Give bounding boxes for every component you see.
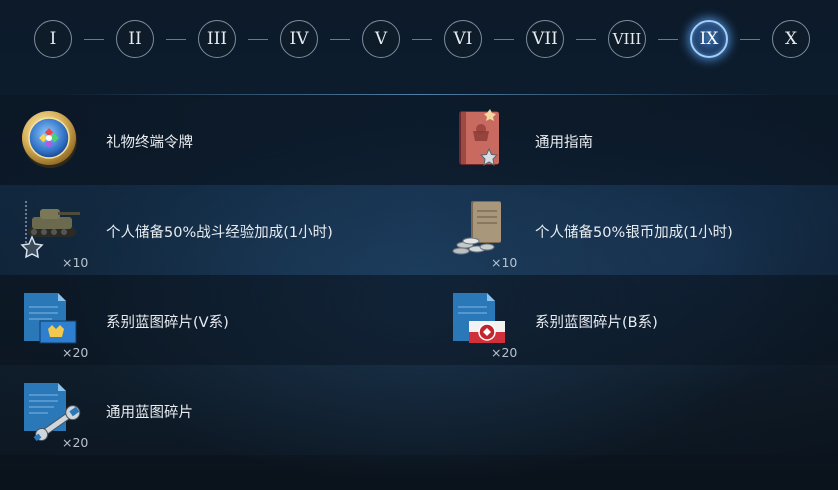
reward-item-combat-xp-reserve: 个人储备50%战斗经验加成(1小时) ×10 xyxy=(0,185,420,275)
tier-button-3[interactable]: III xyxy=(198,20,236,58)
reward-item-credit-reserve: 个人储备50%银币加成(1小时) ×10 xyxy=(429,185,838,275)
tier-connector xyxy=(494,38,514,40)
tier-connector xyxy=(576,38,596,40)
nation-blueprint-sweden-icon xyxy=(18,287,82,351)
reward-row-4: 通用蓝图碎片 ×20 xyxy=(0,365,838,455)
reward-label: 个人储备50%战斗经验加成(1小时) xyxy=(106,225,333,241)
tier-connector xyxy=(658,38,678,40)
tier-connector xyxy=(248,38,268,40)
reward-row-3: 系别蓝图碎片(V系) ×20 系别蓝图碎片(B系) ×20 xyxy=(0,275,838,365)
tier-connector xyxy=(330,38,350,40)
tier-connector xyxy=(412,38,432,40)
tier-button-9-active[interactable]: IX xyxy=(690,20,728,58)
universal-guide-book-icon xyxy=(447,107,511,171)
tier-button-7[interactable]: VII xyxy=(526,20,564,58)
reward-count: ×10 xyxy=(62,255,89,270)
reward-count: ×20 xyxy=(491,345,518,360)
tier-selector: I II III IV V VI VII VIII IX X xyxy=(0,0,838,78)
tier-button-5[interactable]: V xyxy=(362,20,400,58)
tier-button-8[interactable]: VIII xyxy=(608,20,646,58)
reward-count: ×20 xyxy=(62,435,89,450)
reward-item-gift-token: 礼物终端令牌 xyxy=(0,95,420,185)
reward-item-universal-guide: 通用指南 xyxy=(429,95,838,185)
tier-button-4[interactable]: IV xyxy=(280,20,318,58)
nation-blueprint-poland-icon xyxy=(447,287,511,351)
reward-label: 礼物终端令牌 xyxy=(106,135,193,151)
combat-xp-reserve-tank-icon xyxy=(18,197,82,261)
reward-label: 系别蓝图碎片(V系) xyxy=(106,315,229,331)
tier-button-1[interactable]: I xyxy=(34,20,72,58)
reward-item-blueprint-poland: 系别蓝图碎片(B系) ×20 xyxy=(429,275,838,365)
tier-button-10[interactable]: X xyxy=(772,20,810,58)
credit-reserve-coins-icon xyxy=(447,197,511,261)
universal-blueprint-wrench-icon xyxy=(18,377,82,441)
tier-connector xyxy=(84,38,104,40)
gift-token-medal-icon xyxy=(18,107,82,171)
reward-label: 通用蓝图碎片 xyxy=(106,405,193,421)
tier-button-2[interactable]: II xyxy=(116,20,154,58)
reward-label: 系别蓝图碎片(B系) xyxy=(535,315,658,331)
tier-button-6[interactable]: VI xyxy=(444,20,482,58)
reward-row-1: 礼物终端令牌 通用指南 xyxy=(0,95,838,185)
reward-label: 个人储备50%银币加成(1小时) xyxy=(535,225,733,241)
reward-count: ×10 xyxy=(491,255,518,270)
tier-connector xyxy=(166,38,186,40)
reward-label: 通用指南 xyxy=(535,135,593,151)
tier-connector xyxy=(740,38,760,40)
reward-row-2: 个人储备50%战斗经验加成(1小时) ×10 个人储备50%银币加成(1小时) … xyxy=(0,185,838,275)
reward-item-blueprint-sweden: 系别蓝图碎片(V系) ×20 xyxy=(0,275,420,365)
reward-item-universal-blueprint: 通用蓝图碎片 ×20 xyxy=(0,365,420,455)
reward-count: ×20 xyxy=(62,345,89,360)
